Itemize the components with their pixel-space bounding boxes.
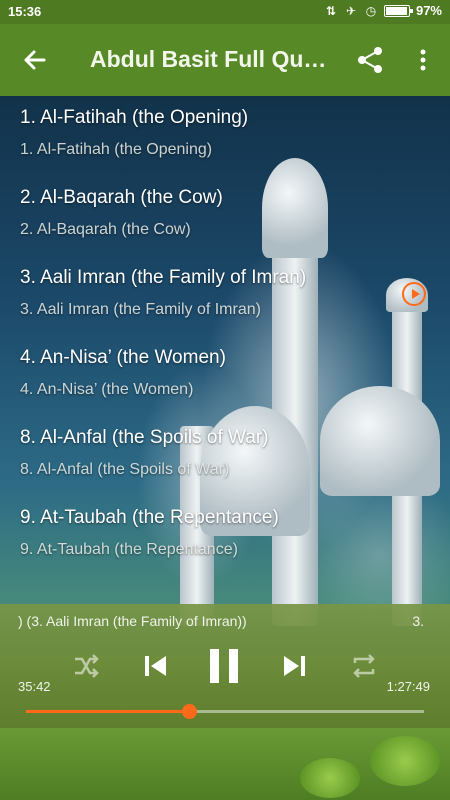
list-item[interactable]: 2. Al-Baqarah (the Cow) 2. Al-Baqarah (t… (0, 176, 450, 256)
item-subtitle: 4. An-Nisa’ (the Women) (20, 381, 194, 398)
page-title: Abdul Basit Full Quran (90, 46, 335, 72)
alarm-icon: ◷ (365, 3, 377, 18)
item-subtitle: 1. Al-Fatihah (the Opening) (20, 141, 213, 158)
item-title: 9. At-Taubah (the Repentance) (20, 507, 279, 528)
battery-icon (383, 4, 413, 17)
list-item[interactable]: 1. Al-Fatihah (the Opening) 1. Al-Fatiha… (0, 96, 450, 176)
item-title: 1. Al-Fatihah (the Opening) (20, 107, 249, 128)
bottom-banner (0, 728, 450, 800)
seek-bar[interactable] (26, 704, 424, 719)
leaf-decoration (370, 736, 440, 786)
leaf-decoration (300, 758, 360, 798)
list-item[interactable]: 4. An-Nisa’ (the Women) 4. An-Nisa’ (the… (0, 336, 450, 416)
skip-next-icon[interactable] (280, 648, 310, 684)
list-item[interactable]: 3. Aali Imran (the Family of Imran) 3. A… (0, 256, 450, 336)
item-subtitle: 3. Aali Imran (the Family of Imran) (20, 301, 261, 318)
seek-thumb[interactable] (182, 704, 198, 719)
status-icons: ⇅ ✈ ◷ 97% (324, 3, 442, 18)
status-time: 15:36 (8, 4, 42, 19)
airplane-icon: ✈ (345, 3, 356, 18)
total-duration: 1:27:49 (386, 679, 430, 694)
list-item[interactable]: 8. Al-Anfal (the Spoils of War) 8. Al-An… (0, 416, 450, 496)
pause-icon[interactable] (206, 646, 242, 686)
item-title: 8. Al-Anfal (the Spoils of War) (20, 427, 269, 448)
more-vert-icon[interactable] (408, 42, 438, 78)
list-item[interactable]: 9. At-Taubah (the Repentance) 9. At-Taub… (0, 496, 450, 576)
elapsed-time: 35:42 (18, 679, 51, 694)
surah-list: 1. Al-Fatihah (the Opening) 1. Al-Fatiha… (0, 96, 450, 604)
app-toolbar: Abdul Basit Full Quran (0, 24, 450, 96)
item-subtitle: 9. At-Taubah (the Repentance) (20, 541, 238, 558)
item-subtitle: 8. Al-Anfal (the Spoils of War) (20, 461, 230, 478)
item-title: 2. Al-Baqarah (the Cow) (20, 187, 223, 208)
now-playing-title: ) (3. Aali Imran (the Family of Imran)) (18, 613, 247, 629)
now-playing-icon (402, 282, 426, 306)
arrow-left-icon[interactable] (14, 42, 54, 78)
item-subtitle: 2. Al-Baqarah (the Cow) (20, 221, 191, 238)
seek-progress (26, 710, 190, 713)
share-icon[interactable] (352, 42, 388, 78)
status-bar: 15:36 ⇅ ✈ ◷ 97% (0, 0, 450, 24)
repeat-icon[interactable] (350, 648, 378, 684)
shuffle-icon[interactable] (72, 648, 100, 684)
now-playing-next: 3. (412, 613, 424, 629)
battery-percent: 97% (415, 3, 442, 18)
player-panel: ) (3. Aali Imran (the Family of Imran)) … (0, 604, 450, 728)
item-title: 3. Aali Imran (the Family of Imran) (20, 267, 307, 288)
skip-previous-icon[interactable] (140, 648, 170, 684)
item-title: 4. An-Nisa’ (the Women) (20, 347, 226, 368)
sync-icon: ⇅ (325, 3, 336, 18)
